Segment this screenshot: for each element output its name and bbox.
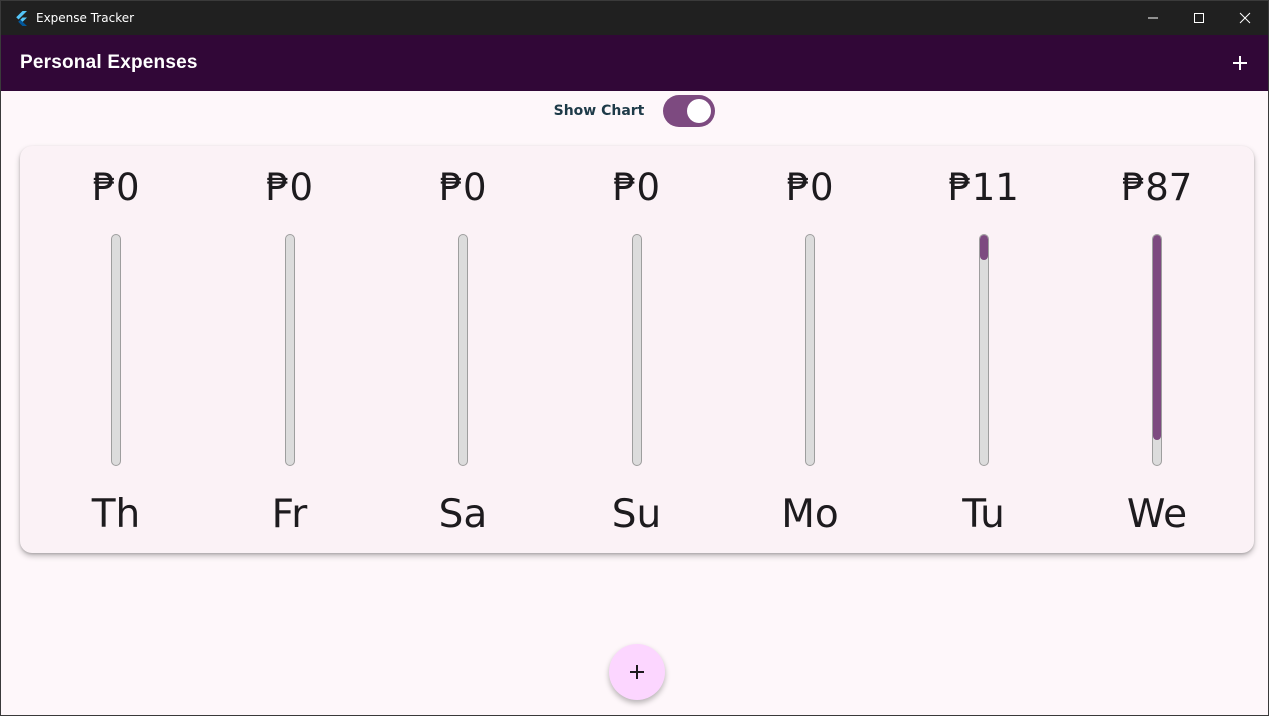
chart-bar-column: ₱87 We — [1070, 146, 1244, 553]
chart-amount-label: ₱0 — [92, 166, 140, 209]
close-icon — [1239, 12, 1251, 24]
chart-bar-track — [458, 234, 468, 466]
minimize-icon — [1148, 17, 1158, 19]
chart-bar-track — [111, 234, 121, 466]
chart-amount-label: ₱0 — [786, 166, 834, 209]
chart-bar-column: ₱0 Th — [29, 146, 203, 553]
window-controls — [1130, 1, 1268, 35]
show-chart-switch[interactable] — [663, 95, 716, 127]
chart-day-label: Mo — [781, 492, 839, 537]
chart-bar-track — [1152, 234, 1162, 466]
show-chart-label: Show Chart — [553, 103, 645, 119]
plus-icon — [630, 665, 644, 679]
window-title: Expense Tracker — [36, 11, 135, 25]
chart-day-label: Sa — [438, 492, 488, 537]
chart-day-label: We — [1126, 492, 1188, 537]
chart-amount-label: ₱0 — [612, 166, 661, 209]
chart-bar-column: ₱0 Sa — [376, 146, 550, 553]
show-chart-row: Show Chart — [1, 91, 1268, 131]
chart-bar-track — [631, 234, 642, 466]
chart-bar-track — [805, 234, 815, 466]
chart-amount-label: ₱87 — [1121, 166, 1193, 209]
add-expense-button[interactable] — [1220, 43, 1260, 83]
chart-bar-column: ₱0 Fr — [203, 146, 377, 553]
chart-bar-fill — [979, 235, 988, 261]
app-bar-title: Personal Expenses — [20, 52, 198, 73]
chart-amount-label: ₱0 — [265, 166, 314, 209]
chart-bar-fill — [1153, 235, 1161, 440]
chart-day-label: Tu — [962, 492, 1005, 537]
maximize-button[interactable] — [1176, 1, 1222, 35]
chart-bar-column: ₱11 Tu — [897, 146, 1071, 553]
chart-day-label: Th — [91, 492, 141, 537]
maximize-icon — [1194, 13, 1204, 23]
minimize-button[interactable] — [1130, 1, 1176, 35]
chart-bar-column: ₱0 Mo — [723, 146, 897, 553]
chart-amount-label: ₱11 — [948, 166, 1019, 209]
switch-knob — [687, 99, 712, 123]
chart-amount-label: ₱0 — [439, 166, 487, 209]
chart-day-label: Su — [611, 492, 662, 537]
expense-chart-card: ₱0 Th ₱0 Fr ₱0 Sa ₱0 Su ₱0 Mo ₱11 Tu ₱87 We — [20, 146, 1254, 553]
app-window: Expense Tracker Personal Expenses Show C… — [0, 0, 1269, 716]
chart-day-label: Fr — [271, 492, 308, 537]
flutter-logo-icon — [16, 11, 27, 26]
close-button[interactable] — [1222, 1, 1268, 35]
title-bar: Expense Tracker — [1, 1, 1268, 35]
plus-icon — [1233, 56, 1247, 70]
app-bar: Personal Expenses — [1, 35, 1268, 91]
chart-bar-track — [978, 234, 989, 466]
chart-bar-column: ₱0 Su — [550, 146, 724, 553]
chart-bar-track — [284, 234, 295, 466]
add-expense-fab[interactable] — [609, 644, 665, 700]
